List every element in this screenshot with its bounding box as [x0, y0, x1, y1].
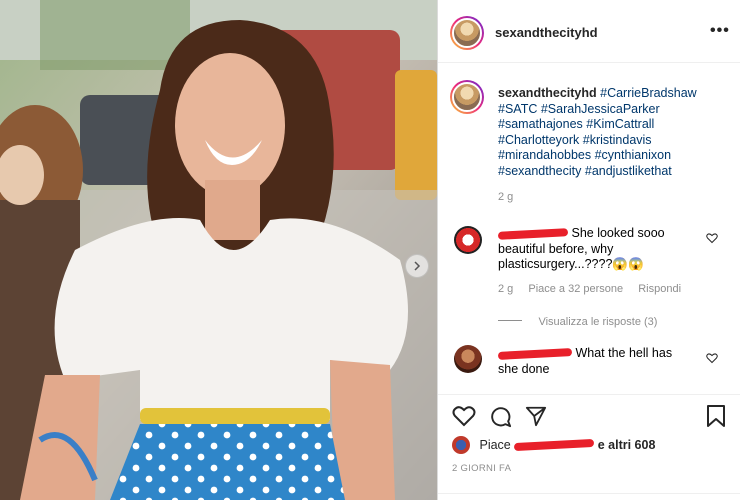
header-avatar[interactable]	[450, 16, 484, 50]
caption-avatar[interactable]	[450, 80, 484, 114]
redacted-liker	[514, 438, 595, 452]
redacted-username	[497, 227, 569, 240]
like-heart-icon[interactable]	[452, 405, 476, 427]
view-replies-button[interactable]: Visualizza le risposte (3)	[498, 312, 728, 330]
likes-count[interactable]: e altri 608	[598, 438, 656, 452]
comment-2: What the hell has she done	[497, 346, 708, 377]
view-replies-label: Visualizza le risposte (3)	[538, 316, 658, 328]
comment-text: plasticsurgery...????	[498, 257, 613, 272]
hashtag[interactable]: #Charlotteyork	[498, 133, 579, 147]
comment-bubble-icon[interactable]	[489, 405, 512, 428]
hashtag[interactable]: #CarrieBradshaw	[600, 86, 697, 100]
next-photo-button[interactable]	[405, 254, 429, 278]
post-photo	[0, 0, 437, 500]
reply-button[interactable]: Rispondi	[638, 283, 681, 295]
comment-text: What the hell has	[575, 346, 673, 360]
hashtag[interactable]: #sexandthecity	[498, 164, 581, 178]
post-timestamp[interactable]: 2 GIORNI FA	[452, 463, 511, 474]
share-plane-icon[interactable]	[525, 405, 547, 427]
heart-icon[interactable]	[706, 352, 718, 364]
comment-text: beautiful before, why	[498, 241, 614, 256]
post-header: sexandthecityhd •••	[438, 0, 740, 63]
comment-meta: 2 g Piace a 32 persone Rispondi	[498, 283, 728, 295]
hashtag[interactable]: #andjustlikethat	[585, 164, 672, 178]
bookmark-icon[interactable]	[706, 404, 726, 428]
hashtag[interactable]: #samathajones	[498, 117, 583, 131]
redacted-username	[497, 347, 573, 360]
hashtag[interactable]: #kristindavis	[583, 133, 652, 147]
comment-emoji: 😱😱	[612, 257, 644, 272]
hashtag[interactable]: #SarahJessicaParker	[541, 102, 660, 116]
hashtag[interactable]: #mirandahobbes	[498, 148, 591, 162]
more-dots-icon[interactable]: •••	[710, 22, 730, 40]
comment-avatar[interactable]	[454, 345, 482, 373]
hashtag[interactable]: #SATC	[498, 102, 537, 116]
comment-time: 2 g	[498, 283, 514, 295]
heart-icon[interactable]	[706, 232, 718, 244]
caption-username[interactable]: sexandthecityhd	[498, 86, 597, 100]
header-username[interactable]: sexandthecityhd	[495, 25, 598, 40]
likes-avatar[interactable]	[452, 436, 470, 454]
hashtag[interactable]: #KimCattrall	[586, 117, 654, 131]
post-panel: sexandthecityhd ••• sexandthecityhd #Car…	[437, 0, 740, 500]
post-image	[0, 0, 437, 500]
comment-text: she done	[498, 361, 550, 376]
action-bar: Piace e altri 608 2 GIORNI FA	[438, 394, 740, 501]
caption: sexandthecityhd #CarrieBradshaw #SATC #S…	[498, 86, 728, 205]
comment-1: She looked sooo beautiful before, why pl…	[497, 226, 708, 273]
comment-text: She looked sooo	[571, 226, 665, 240]
add-comment-divider	[438, 493, 740, 494]
comment-likes[interactable]: Piace a 32 persone	[528, 283, 623, 295]
caption-time: 2 g	[498, 190, 514, 203]
replies-divider	[498, 320, 522, 322]
hashtag[interactable]: #cynthianixon	[595, 148, 671, 162]
likes-prefix: Piace	[479, 438, 511, 452]
comment-avatar[interactable]	[454, 226, 482, 254]
likes-row: Piace e altri 608	[452, 436, 732, 454]
chevron-right-icon	[414, 261, 421, 271]
